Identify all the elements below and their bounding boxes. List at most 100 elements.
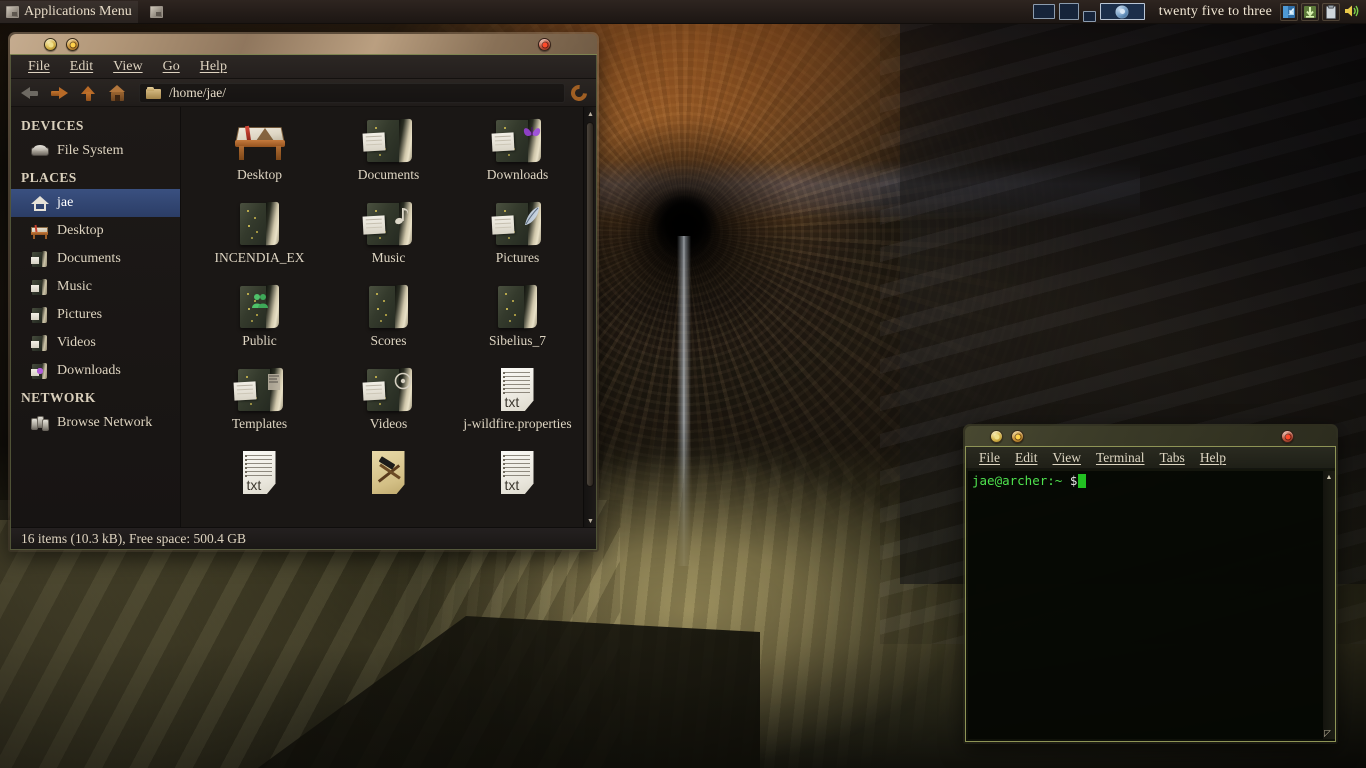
close-button[interactable] <box>1281 430 1294 443</box>
sidebar-item-documents[interactable]: Documents <box>11 245 180 273</box>
menu-view[interactable]: View <box>104 57 151 77</box>
home-icon <box>31 195 49 212</box>
menu-terminal[interactable]: Terminal <box>1089 448 1152 468</box>
file-item[interactable]: Sibelius_7 <box>453 281 582 364</box>
file-manager-titlebar[interactable] <box>10 34 597 55</box>
folder-icon <box>31 334 49 352</box>
menu-edit[interactable]: Edit <box>1008 448 1045 468</box>
file-item[interactable]: txt <box>453 447 582 527</box>
sidebar-item-label: Documents <box>57 251 121 266</box>
minimize-button[interactable] <box>990 430 1003 443</box>
file-manager-body: File Edit View Go Help /home/jae/ DEVICE… <box>10 55 597 550</box>
chrome-window-thumbnail-icon <box>1115 5 1129 18</box>
workspace-4[interactable] <box>1099 3 1145 20</box>
file-item[interactable]: Pictures <box>453 198 582 281</box>
updates-download-icon[interactable] <box>1301 2 1319 21</box>
butterfly-emblem-icon <box>521 122 543 146</box>
file-manager-window[interactable]: File Edit View Go Help /home/jae/ DEVICE… <box>8 32 599 552</box>
applications-menu-icon <box>6 5 19 18</box>
file-item[interactable]: Templates <box>195 364 324 447</box>
file-manager-toolbar: /home/jae/ <box>11 79 596 107</box>
file-item[interactable]: Public <box>195 281 324 364</box>
video-reel-emblem-icon <box>392 371 414 395</box>
file-list-view[interactable]: Desktop Documents Downloads INCENDIA_EX … <box>181 107 596 527</box>
menu-view[interactable]: View <box>1046 448 1088 468</box>
feather-emblem-icon <box>521 205 543 229</box>
show-desktop-button[interactable] <box>144 1 169 23</box>
file-item-label: Desktop <box>237 167 282 182</box>
sidebar-item-music[interactable]: Music <box>11 273 180 301</box>
terminal-screen[interactable]: jae@archer:~ $ ▲ ◸ <box>968 471 1335 739</box>
folder-icon <box>362 367 415 413</box>
forward-arrow-icon[interactable] <box>46 81 72 105</box>
clipboard-icon[interactable] <box>1322 2 1340 21</box>
menu-file[interactable]: File <box>19 57 59 77</box>
file-item[interactable]: Scores <box>324 281 453 364</box>
applications-menu-label: Applications Menu <box>24 3 132 19</box>
scroll-up-arrow-icon[interactable]: ▲ <box>1323 471 1335 483</box>
file-pane-scrollbar[interactable]: ▲ ▼ <box>583 107 596 527</box>
terminal-body: File Edit View Terminal Tabs Help jae@ar… <box>965 447 1336 742</box>
resize-grip-icon[interactable]: ◸ <box>1324 728 1334 738</box>
file-item-label: Pictures <box>495 250 540 265</box>
terminal-titlebar[interactable] <box>965 426 1336 447</box>
template-emblem-icon <box>263 371 285 395</box>
maximize-button[interactable] <box>1011 430 1024 443</box>
folder-icon <box>492 284 544 330</box>
maximize-button[interactable] <box>66 38 79 51</box>
home-icon[interactable] <box>104 81 130 105</box>
menu-tabs[interactable]: Tabs <box>1153 448 1192 468</box>
minimize-button[interactable] <box>44 38 57 51</box>
folder-icon <box>362 201 415 247</box>
scrollbar-thumb[interactable] <box>586 122 594 487</box>
applications-menu-button[interactable]: Applications Menu <box>0 0 138 23</box>
file-item[interactable]: Desktop <box>195 115 324 198</box>
workspace-1[interactable] <box>1032 4 1055 19</box>
terminal-prompt-symbol: $ <box>1069 473 1078 488</box>
scroll-down-arrow-icon[interactable]: ▼ <box>584 514 596 527</box>
file-item-label: Public <box>242 333 277 348</box>
network-icon <box>31 415 49 432</box>
sidebar-item-browse-network[interactable]: Browse Network <box>11 409 180 437</box>
clock[interactable]: twenty five to three <box>1151 4 1280 20</box>
icon-grid: Desktop Documents Downloads INCENDIA_EX … <box>181 107 596 527</box>
reload-icon[interactable] <box>567 81 591 104</box>
path-entry[interactable]: /home/jae/ <box>139 82 565 103</box>
menu-help[interactable]: Help <box>1193 448 1233 468</box>
file-item[interactable]: Downloads <box>453 115 582 198</box>
file-item-label: Scores <box>370 333 407 348</box>
scroll-up-arrow-icon[interactable]: ▲ <box>584 107 596 120</box>
sidebar-item-videos[interactable]: Videos <box>11 329 180 357</box>
close-button[interactable] <box>538 38 551 51</box>
file-item[interactable]: txt <box>195 447 324 527</box>
network-manager-icon[interactable] <box>1280 2 1298 21</box>
file-item[interactable]: Documents <box>324 115 453 198</box>
volume-speaker-icon[interactable] <box>1343 3 1361 21</box>
workspace-2[interactable] <box>1058 3 1079 20</box>
file-item[interactable] <box>324 447 453 527</box>
file-item[interactable]: Videos <box>324 364 453 447</box>
back-arrow-icon[interactable] <box>17 81 43 105</box>
menu-file[interactable]: File <box>972 448 1007 468</box>
file-item[interactable]: txt j-wildfire.properties <box>453 364 582 447</box>
window-task-list[interactable] <box>169 0 1027 24</box>
menu-go[interactable]: Go <box>154 57 189 77</box>
up-arrow-icon[interactable] <box>75 81 101 105</box>
terminal-scrollbar[interactable]: ▲ <box>1323 471 1335 739</box>
file-item-label: Videos <box>369 416 408 431</box>
file-item[interactable]: INCENDIA_EX <box>195 198 324 281</box>
menu-edit[interactable]: Edit <box>61 57 102 77</box>
workspace-switcher[interactable] <box>1027 1 1151 23</box>
sidebar-item-jae[interactable]: jae <box>11 189 180 217</box>
sidebar-item-desktop[interactable]: Desktop <box>11 217 180 245</box>
file-item[interactable]: Music <box>324 198 453 281</box>
sidebar-item-pictures[interactable]: Pictures <box>11 301 180 329</box>
menu-help[interactable]: Help <box>191 57 236 77</box>
terminal-window[interactable]: File Edit View Terminal Tabs Help jae@ar… <box>963 424 1338 744</box>
sidebar-item-file-system[interactable]: File System <box>11 137 180 165</box>
text-file-icon: txt <box>496 367 540 413</box>
workspace-3[interactable] <box>1082 10 1096 22</box>
terminal-cursor <box>1078 473 1087 488</box>
sidebar-item-downloads[interactable]: Downloads <box>11 357 180 385</box>
folder-icon <box>234 201 286 247</box>
